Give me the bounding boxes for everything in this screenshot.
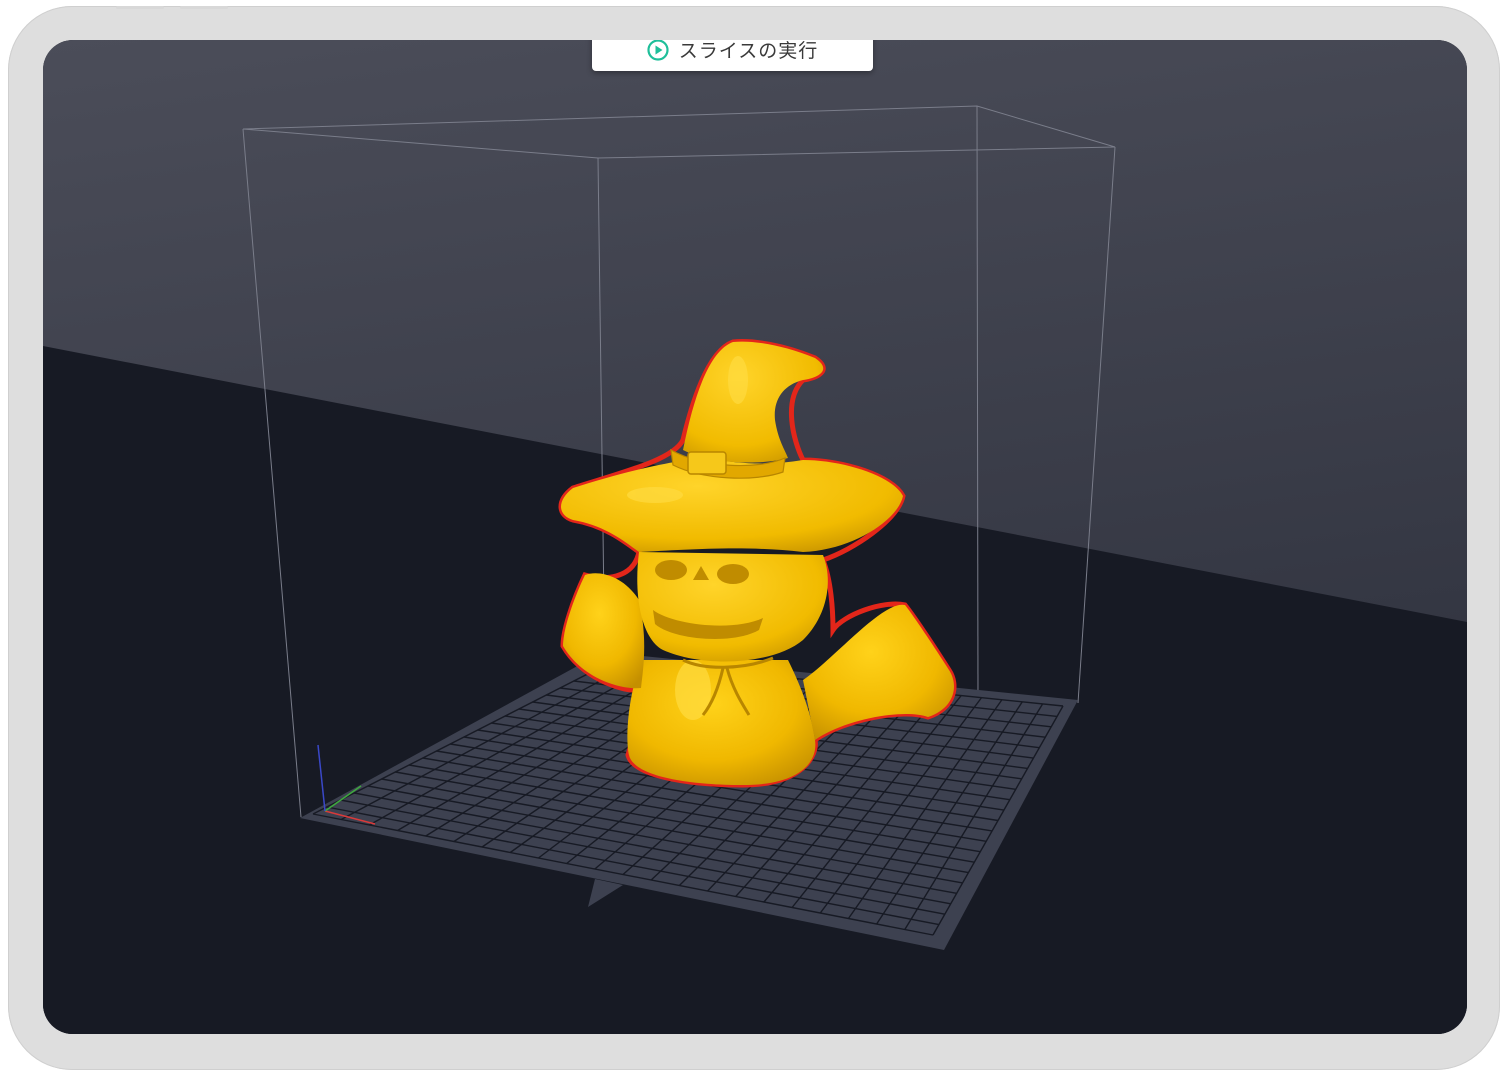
- run-slice-button[interactable]: スライスの実行: [592, 40, 873, 71]
- 3d-viewport[interactable]: [43, 40, 1467, 1034]
- run-slice-label: スライスの実行: [678, 40, 819, 62]
- play-circle-icon: [647, 40, 669, 61]
- app-screen: スライスの実行: [43, 40, 1467, 1034]
- top-bezel-detail: [116, 6, 164, 9]
- model-hat-buckle: [687, 451, 727, 475]
- top-bezel-detail: [180, 6, 228, 9]
